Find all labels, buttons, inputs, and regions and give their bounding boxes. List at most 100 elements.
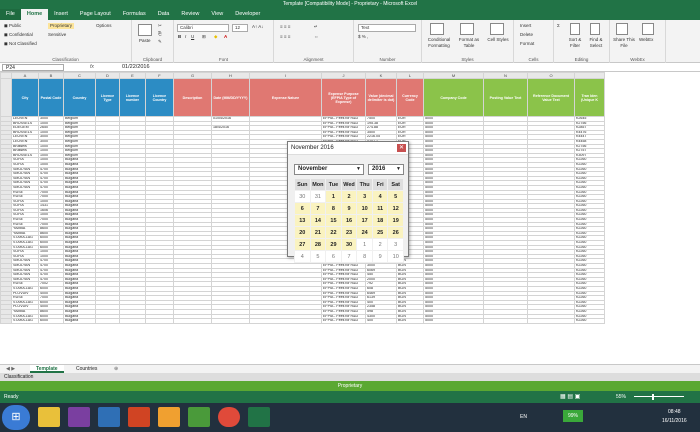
calendar-day[interactable]: 18 [371,214,389,227]
conditional-formatting-button[interactable]: Conditional Formatting [425,37,453,49]
app3-icon[interactable] [188,407,210,427]
autosum-icon[interactable]: Σ [557,23,560,29]
format-as-table-icon[interactable] [460,23,474,35]
calendar-day[interactable]: 19 [387,214,404,227]
calendar-day[interactable]: 5 [309,250,327,263]
month-select[interactable]: November ▼ [294,164,364,175]
tab-view[interactable]: View [205,9,229,20]
cell[interactable] [95,318,120,324]
new-sheet-icon[interactable]: ⊕ [108,365,124,373]
column-title[interactable]: Licence number [119,78,146,117]
clock-time[interactable]: 08:48 [668,409,681,415]
sort-filter-icon[interactable] [570,23,580,35]
cell[interactable]: STARA ZAG [11,318,39,324]
sheet-tab-template[interactable]: Template [30,365,64,373]
calendar-day[interactable]: 13 [294,214,311,227]
calendar-day[interactable]: 10 [356,202,373,215]
calendar-day[interactable]: 8 [356,250,373,263]
excel-icon[interactable] [248,407,270,427]
cell[interactable] [249,318,322,324]
font-color-icon[interactable]: A [224,34,227,40]
column-title[interactable]: Currency Code [396,78,424,117]
paste-icon[interactable] [138,24,152,36]
delete-cells-button[interactable]: Delete [520,32,533,38]
column-title[interactable]: Country [63,78,96,117]
tab-formulas[interactable]: Formulas [117,9,152,20]
font-name-select[interactable]: Calibri [177,24,229,32]
calendar-day[interactable]: 2 [371,238,389,251]
app-icon[interactable] [68,407,90,427]
calendar-day[interactable]: 14 [309,214,327,227]
wrap-text-icon[interactable]: ↵ [314,24,318,30]
cell[interactable]: 6000 [38,318,64,324]
calendar-day[interactable]: 17 [356,214,373,227]
left-align-icon[interactable]: ≡ ≡ ≡ [280,34,290,40]
calendar-day[interactable]: 24 [356,226,373,239]
top-align-icon[interactable]: ≡ ≡ ≡ [280,24,290,30]
column-title[interactable]: Description [173,78,212,117]
calendar-day[interactable]: 3 [356,190,373,203]
cell-styles-button[interactable]: Cell Styles [485,37,511,43]
view-buttons[interactable]: ▦ ▤ ▣ [560,393,580,400]
calendar-day[interactable]: 10 [387,250,404,263]
find-select-icon[interactable] [590,23,600,35]
calendar-day[interactable]: 16 [340,214,358,227]
zoom-slider[interactable] [634,396,684,397]
year-select[interactable]: 2016 ▼ [368,164,404,175]
sort-filter-button[interactable]: Sort & Filter [565,37,585,49]
calendar-day[interactable]: 9 [340,202,358,215]
close-icon[interactable]: ✕ [397,144,406,152]
calendar-day[interactable]: 25 [371,226,389,239]
battery-indicator[interactable]: 99% [563,410,583,422]
column-title[interactable]: Expense Nature [249,78,322,117]
cut-icon[interactable]: ✂ [158,23,162,29]
format-as-table-button[interactable]: Format as Table [455,37,483,49]
cell[interactable] [527,318,575,324]
chrome-icon[interactable] [218,407,240,427]
cell[interactable] [145,318,174,324]
number-format-select[interactable]: Text [358,24,416,32]
start-icon[interactable]: ⊞ [2,405,30,430]
fill-color-icon[interactable]: ◆ [214,34,217,40]
cell[interactable]: EFPIA - Fees for R&D [321,318,366,324]
calendar-day[interactable]: 6 [325,250,342,263]
calendar-day[interactable]: 12 [387,202,404,215]
calendar-day[interactable]: 2 [340,190,358,203]
calendar-day[interactable]: 28 [309,238,327,251]
calendar-day[interactable]: 8 [325,202,342,215]
tab-developer[interactable]: Developer [229,9,266,20]
calendar-day[interactable]: 30 [294,190,311,203]
tab-page-layout[interactable]: Page Layout [74,9,117,20]
formula-input[interactable]: 01/22/2016 [122,64,150,70]
calendar-day[interactable]: 4 [294,250,311,263]
calendar-day[interactable]: 20 [294,226,311,239]
calendar-day[interactable]: 1 [356,238,373,251]
calendar-day[interactable]: 29 [325,238,342,251]
tab-insert[interactable]: Insert [48,9,74,20]
calendar-day[interactable]: 21 [309,226,327,239]
calendar-day[interactable]: 15 [325,214,342,227]
row-number[interactable] [0,78,12,117]
calendar-day[interactable]: 9 [371,250,389,263]
copy-icon[interactable]: ⎘ [158,31,162,37]
calendar-day[interactable]: 11 [371,202,389,215]
bold-button[interactable]: B [178,34,181,40]
cell[interactable]: K2260 [574,318,605,324]
tab-data[interactable]: Data [152,9,176,20]
calendar-day[interactable]: 5 [387,190,404,203]
calendar-day[interactable]: 31 [309,190,327,203]
format-cells-button[interactable]: Format [520,41,534,47]
format-painter-icon[interactable]: ✎ [158,39,162,45]
calendar-day[interactable]: 30 [340,238,358,251]
merge-center-icon[interactable]: ⇔ [314,34,319,40]
tab-file[interactable]: File [0,9,21,20]
column-title[interactable]: Licence Type [95,78,120,117]
column-title[interactable]: Company Code [423,78,484,117]
public-button[interactable]: ◼ Public [4,23,21,29]
file-explorer-icon[interactable] [38,407,60,427]
sensitive-button[interactable]: Sensitive [48,32,66,38]
tab-review[interactable]: Review [175,9,205,20]
cell[interactable]: Bulgaria [63,318,96,324]
share-file-button[interactable]: Share This File [612,37,636,49]
calendar-day[interactable]: 27 [294,238,311,251]
